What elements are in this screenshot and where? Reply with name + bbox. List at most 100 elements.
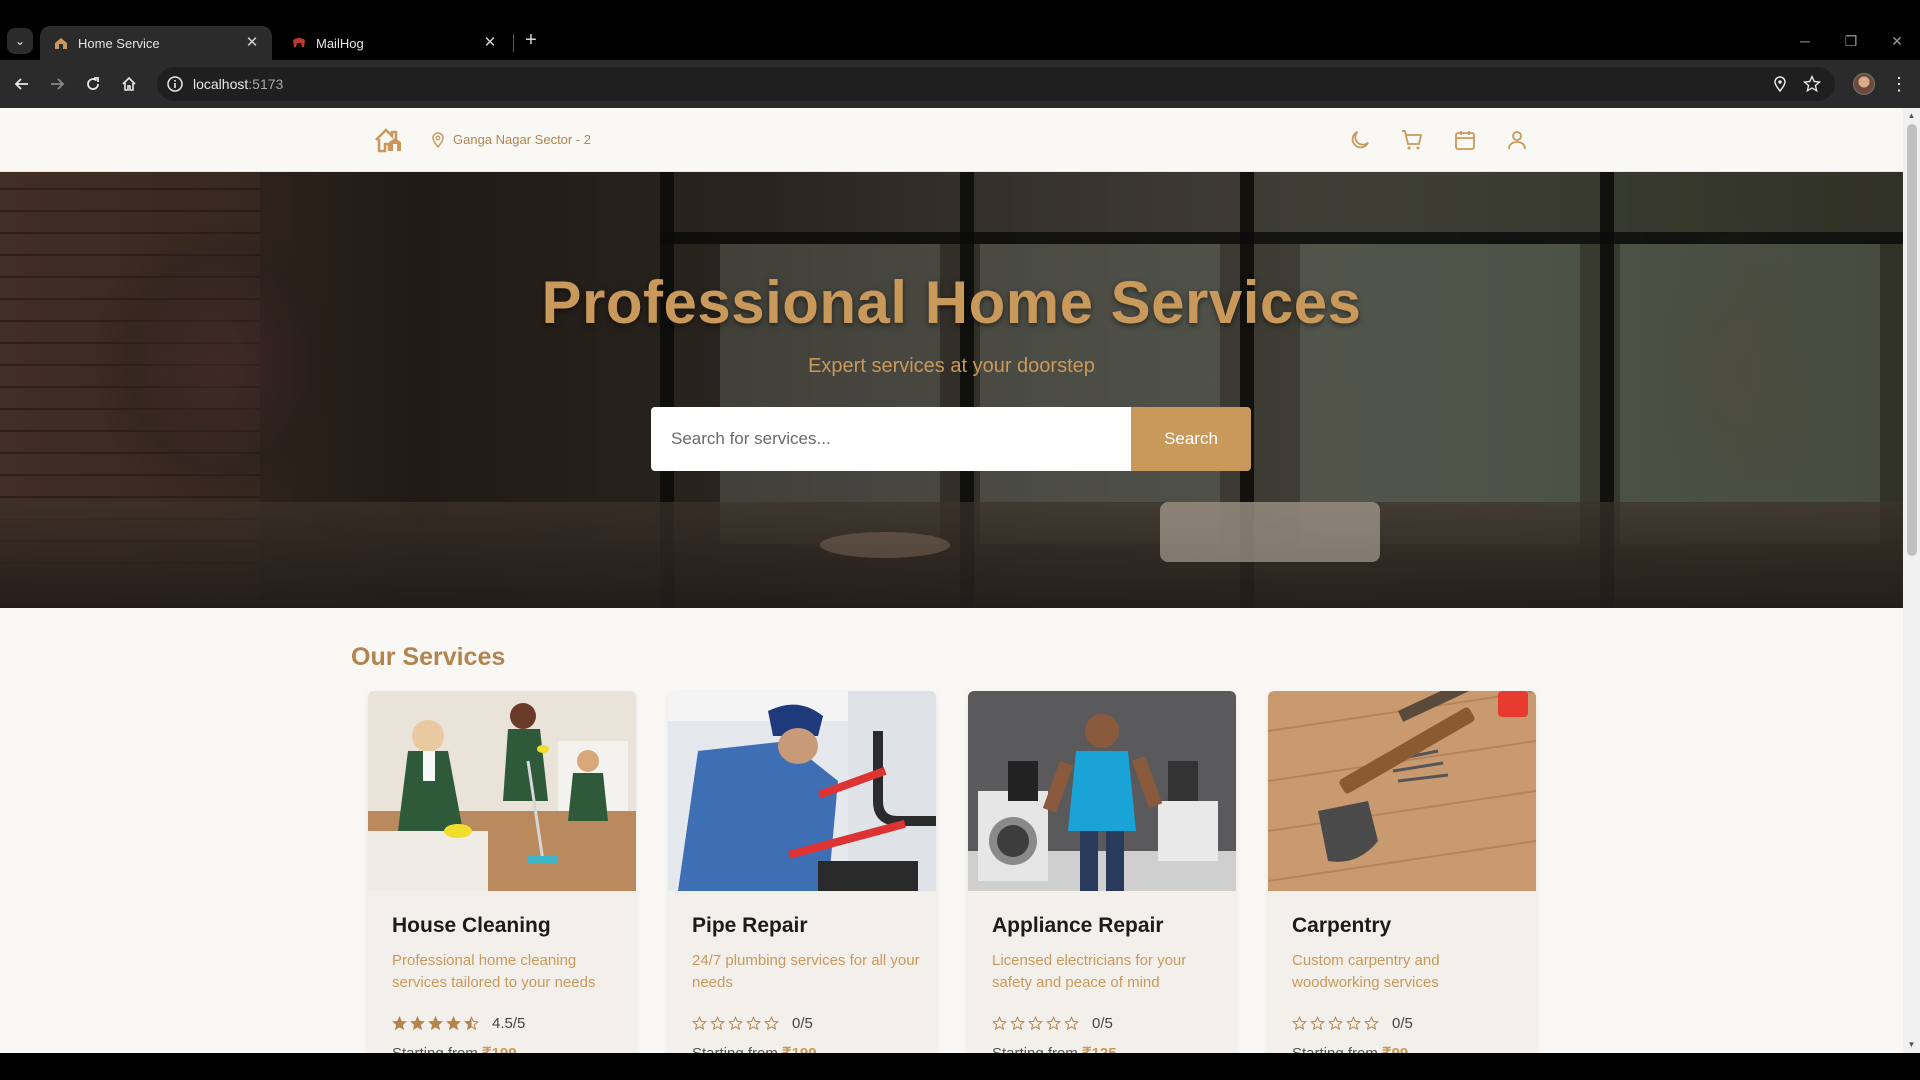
price-line: Starting from ₹99 [1292, 1044, 1408, 1053]
rating-stars: 0/5 [992, 1015, 1113, 1032]
star-empty-icon [1346, 1016, 1361, 1031]
service-description: Professional home cleaning services tail… [392, 952, 596, 991]
location-text[interactable]: Ganga Nagar Sector - 2 [453, 131, 591, 149]
tab-mailhog[interactable]: MailHog ✕ [278, 26, 510, 60]
price-label: Starting from [392, 1045, 478, 1053]
cart-icon[interactable] [1400, 128, 1424, 152]
rating-stars: 0/5 [692, 1015, 813, 1032]
price-label: Starting from [692, 1045, 778, 1053]
tab-home-service[interactable]: Home Service ✕ [40, 26, 272, 60]
back-icon[interactable] [10, 72, 34, 96]
profile-avatar[interactable] [1853, 73, 1875, 95]
star-empty-icon [764, 1016, 779, 1031]
bookmark-star-icon[interactable] [1801, 73, 1823, 95]
star-empty-icon [692, 1016, 707, 1031]
hero-title: Professional Home Services [541, 269, 1362, 336]
star-empty-icon [1364, 1016, 1379, 1031]
pipe-repair-image [668, 691, 936, 891]
rating-text: 0/5 [792, 1015, 813, 1032]
star-filled-icon [446, 1016, 461, 1031]
star-empty-icon [992, 1016, 1007, 1031]
rating-text: 4.5/5 [492, 1015, 526, 1032]
screen-bottom-edge [0, 1053, 1920, 1080]
price-amount: ₹199 [482, 1045, 517, 1053]
hero-background-sofa [1160, 502, 1380, 562]
star-filled-icon [410, 1016, 425, 1031]
url-text[interactable]: localhost:5173 [193, 75, 283, 93]
price-line: Starting from ₹125 [992, 1044, 1117, 1053]
tab-label: MailHog [316, 35, 364, 51]
browser-menu-icon[interactable]: ⋮ [1890, 73, 1908, 95]
service-title: Pipe Repair [692, 914, 808, 937]
star-empty-icon [1046, 1016, 1061, 1031]
price-line: Starting from ₹199 [692, 1044, 817, 1053]
star-half-icon [464, 1016, 479, 1031]
service-card-appliance-repair[interactable]: Appliance Repair Licensed electricians f… [968, 691, 1236, 1053]
search-button[interactable]: Search [1131, 407, 1251, 471]
browser-tab-bar: ⌄ Home Service ✕ MailHog ✕ + ─ ❐ ✕ [0, 0, 1920, 60]
service-card-pipe-repair[interactable]: Pipe Repair 24/7 plumbing services for a… [668, 691, 936, 1053]
star-empty-icon [1028, 1016, 1043, 1031]
service-title: House Cleaning [392, 914, 551, 937]
close-tab-icon[interactable]: ✕ [244, 35, 260, 51]
home-service-favicon-icon [54, 36, 68, 50]
house-cleaning-image [368, 691, 636, 891]
service-description: Licensed electricians for your safety an… [992, 952, 1187, 991]
star-filled-icon [392, 1016, 407, 1031]
appliance-repair-image [968, 691, 1236, 891]
window-close-icon[interactable]: ✕ [1885, 30, 1909, 52]
location-permission-icon[interactable] [1769, 73, 1791, 95]
user-profile-icon[interactable] [1505, 128, 1529, 152]
url-host: localhost [193, 76, 249, 92]
page-viewport: Ganga Nagar Sector - 2 Professional Home… [0, 108, 1903, 1053]
price-amount: ₹99 [1382, 1045, 1408, 1053]
tab-search-icon[interactable]: ⌄ [7, 28, 33, 54]
rating-text: 0/5 [1092, 1015, 1113, 1032]
site-header: Ganga Nagar Sector - 2 [0, 108, 1903, 172]
reload-icon[interactable] [81, 72, 105, 96]
tab-divider [513, 34, 514, 52]
new-tab-icon[interactable]: + [520, 29, 542, 51]
star-empty-icon [710, 1016, 725, 1031]
service-card-carpentry[interactable]: Carpentry Custom carpentry and woodworki… [1268, 691, 1536, 1053]
rating-stars: 0/5 [1292, 1015, 1413, 1032]
star-empty-icon [1064, 1016, 1079, 1031]
service-title: Carpentry [1292, 914, 1392, 937]
minimize-icon[interactable]: ─ [1793, 30, 1817, 52]
price-label: Starting from [992, 1045, 1078, 1053]
service-description: 24/7 plumbing services for all your need… [692, 952, 920, 991]
scroll-up-icon[interactable]: ▲ [1906, 111, 1917, 121]
rating-text: 0/5 [1392, 1015, 1413, 1032]
star-empty-icon [728, 1016, 743, 1031]
service-card-house-cleaning[interactable]: House Cleaning Professional home cleanin… [368, 691, 636, 1053]
star-empty-icon [1328, 1016, 1343, 1031]
service-title: Appliance Repair [992, 914, 1164, 937]
rating-stars: 4.5/5 [392, 1015, 525, 1032]
scroll-down-icon[interactable]: ▼ [1906, 1040, 1917, 1050]
home-icon[interactable] [117, 72, 141, 96]
section-title: Our Services [351, 643, 506, 671]
forward-icon[interactable] [45, 72, 69, 96]
price-amount: ₹199 [782, 1045, 817, 1053]
hero-banner: Professional Home Services Expert servic… [0, 172, 1903, 608]
scrollbar-thumb[interactable] [1907, 124, 1917, 556]
map-pin-icon [430, 132, 446, 149]
star-empty-icon [1010, 1016, 1025, 1031]
mailhog-favicon-icon [292, 36, 306, 50]
star-empty-icon [1292, 1016, 1307, 1031]
hero-background-table [820, 532, 950, 558]
calendar-icon[interactable] [1453, 128, 1477, 152]
site-info-icon[interactable] [166, 75, 184, 93]
address-bar[interactable] [157, 67, 1835, 101]
restore-icon[interactable]: ❐ [1839, 30, 1863, 52]
service-search-input[interactable] [651, 407, 1131, 471]
price-amount: ₹125 [1082, 1045, 1117, 1053]
price-line: Starting from ₹199 [392, 1044, 517, 1053]
star-empty-icon [746, 1016, 761, 1031]
close-tab-icon[interactable]: ✕ [482, 35, 498, 51]
star-empty-icon [1310, 1016, 1325, 1031]
dark-mode-moon-icon[interactable] [1348, 128, 1372, 152]
logo-icon[interactable] [374, 126, 402, 154]
service-description: Custom carpentry and woodworking service… [1292, 952, 1440, 991]
hero-subtitle: Expert services at your doorstep [808, 355, 1095, 377]
